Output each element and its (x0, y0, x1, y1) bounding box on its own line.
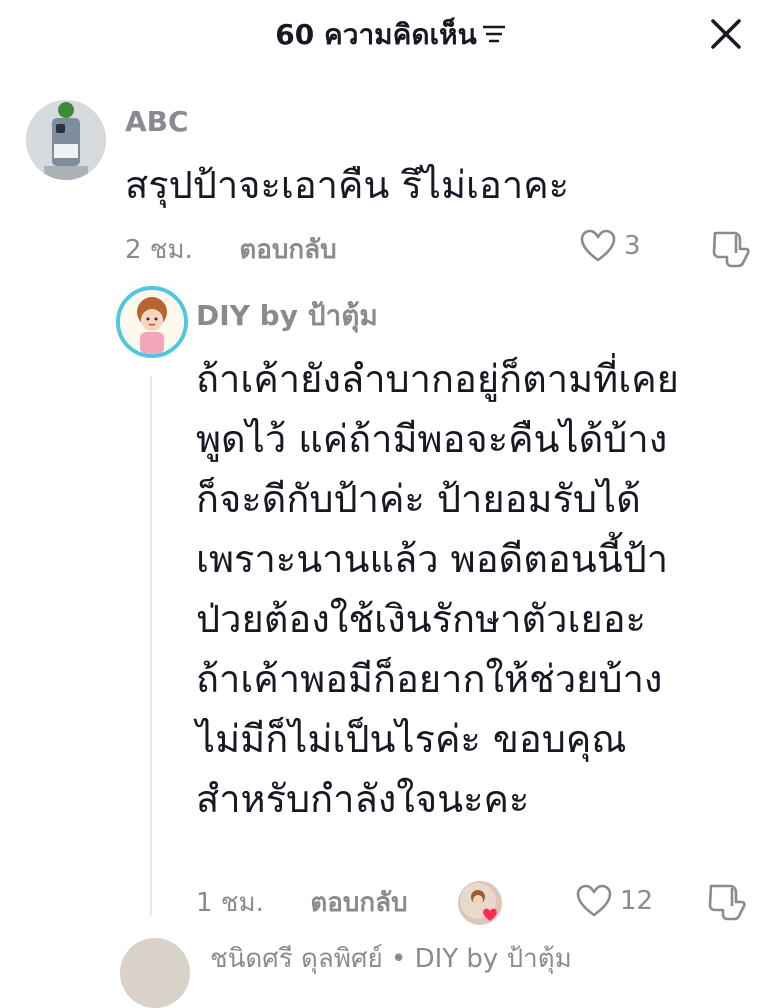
reply-line: ถ้าเค้ายังลำบากอยู่ก็ตามที่เคย (196, 357, 679, 401)
avatar[interactable] (26, 100, 106, 180)
comment-time: 2 ชม. (125, 235, 193, 265)
comment-text: สรุปป้าจะเอาคืน รึไม่เอาคะ (125, 155, 569, 215)
comments-title: 60 ความคิดเห็น (0, 14, 782, 57)
reply-line: ป่วยต้องใช้เงินรักษาตัวเยอะ (196, 597, 646, 641)
comment-line: สรุปป้าจะเอาคืน รึไม่เอาคะ (125, 163, 570, 207)
sort-icon[interactable] (481, 15, 507, 57)
phone-photo-avatar-icon (26, 100, 106, 180)
reply-time: 1 ชม. (196, 888, 264, 918)
creator-avatar-heart-icon (460, 883, 497, 921)
close-button[interactable] (706, 14, 746, 54)
reply-line: ก็จะดีกับป้าค่ะ ป้ายอมรับได้ (196, 477, 641, 521)
like-count: 12 (620, 886, 654, 916)
reply-line: ไม่มีก็ไม่เป็นไรค่ะ ขอบคุณ (196, 717, 627, 761)
reply-line: พูดไว้ แค่ถ้ามีพอจะคืนได้บ้าง (196, 417, 668, 461)
reply-line: ถ้าเค้าพอมีก็อยากให้ช่วยบ้าง (196, 657, 663, 701)
next-comment-header: ชนิดศรี ดุลพิศย์ • DIY by ป้าตุ้ม (210, 944, 572, 974)
comment-meta: 2 ชม. ตอบกลับ (125, 233, 337, 267)
thumbs-down-icon (712, 231, 750, 268)
reply-button[interactable]: ตอบกลับ (310, 888, 407, 918)
reply-line: สำหรับกำลังใจนะคะ (196, 777, 530, 821)
reply-username[interactable]: DIY by ป้าตุ้ม (196, 298, 378, 334)
reply-line: เพราะนานแล้ว พอดีตอนนี้ป้า (196, 537, 669, 581)
reply-meta: 1 ชม. ตอบกลับ (196, 886, 408, 920)
creator-avatar[interactable] (116, 286, 188, 358)
dislike-button[interactable] (708, 882, 746, 926)
close-icon[interactable] (706, 14, 746, 54)
thread-line (150, 376, 152, 916)
cartoon-woman-avatar-icon (120, 290, 184, 354)
dislike-button[interactable] (712, 229, 750, 273)
reply-text: ถ้าเค้ายังลำบากอยู่ก็ตามที่เคย พูดไว้ แค… (196, 349, 679, 829)
heart-icon (580, 229, 616, 262)
like-count: 3 (624, 231, 641, 261)
avatar[interactable] (120, 938, 190, 1008)
heart-icon (576, 884, 612, 917)
comments-header: 60 ความคิดเห็น (0, 0, 782, 72)
comment-count-title: 60 ความคิดเห็น (275, 18, 477, 51)
like-button[interactable]: 12 (576, 884, 653, 918)
creator-liked-badge (458, 881, 502, 925)
comment-username[interactable]: ABC (125, 104, 189, 140)
thumbs-down-icon (708, 884, 746, 921)
like-button[interactable]: 3 (580, 229, 641, 263)
reply-button[interactable]: ตอบกลับ (239, 235, 336, 265)
